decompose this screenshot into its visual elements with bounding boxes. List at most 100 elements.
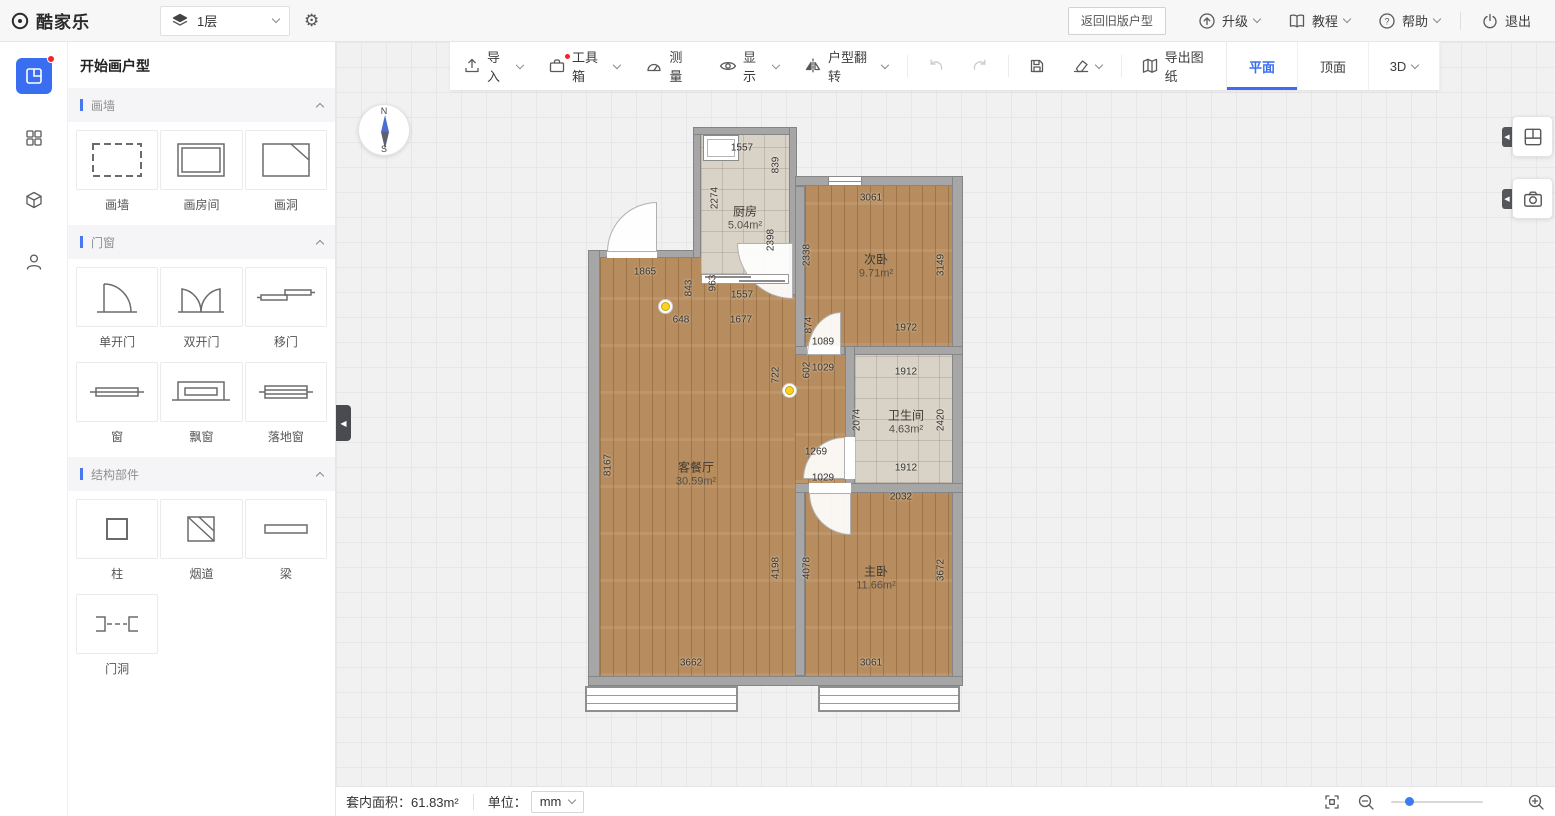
zoom-slider[interactable] — [1391, 801, 1483, 803]
upgrade-menu[interactable]: 升级 — [1184, 11, 1274, 30]
snapshot-camera-button[interactable] — [1512, 178, 1553, 219]
dimension-label[interactable]: 602 — [802, 362, 813, 379]
dimension-label[interactable]: 1865 — [634, 267, 656, 278]
dimension-label[interactable]: 1029 — [812, 363, 834, 374]
rail-profile[interactable] — [16, 244, 52, 280]
tool-item-draw-hole[interactable]: 画洞 — [245, 130, 327, 221]
floor-selector[interactable]: 1层 — [160, 6, 290, 36]
dimension-label[interactable]: 3149 — [936, 254, 947, 276]
room-label-bathroom[interactable]: 卫生间4.63m² — [888, 407, 924, 436]
fit-screen-button[interactable] — [1323, 793, 1341, 811]
tab-plan-view[interactable]: 平面 — [1227, 42, 1298, 90]
measure-button[interactable]: 测量 — [632, 42, 706, 90]
tab-ceiling-view[interactable]: 顶面 — [1298, 42, 1369, 90]
dimension-label[interactable]: 1029 — [812, 473, 834, 484]
dimension-label[interactable]: 8167 — [603, 454, 614, 476]
unit-select[interactable]: mm — [531, 791, 585, 813]
settings-gear-icon[interactable]: ⚙ — [304, 11, 319, 31]
dimension-label[interactable]: 3672 — [936, 559, 947, 581]
tool-item-sliding-door[interactable]: 移门 — [245, 267, 327, 358]
room-label-bedroom2[interactable]: 次卧9.71m² — [859, 251, 893, 280]
export-drawings-button[interactable]: 导出图纸 — [1128, 42, 1226, 90]
room-name: 次卧 — [859, 251, 893, 268]
dimension-label[interactable]: 843 — [684, 280, 695, 297]
draw-hole-icon — [245, 130, 327, 190]
unit-label: 单位： — [488, 792, 527, 811]
collapse-chevron-icon[interactable] — [316, 239, 324, 247]
tool-item-double-door[interactable]: 双开门 — [160, 267, 242, 358]
flip-button[interactable]: 户型翻转 — [791, 42, 901, 90]
toolbox-button[interactable]: 工具箱 — [535, 42, 632, 90]
expand-snapshot-handle[interactable]: ◀ — [1502, 189, 1512, 209]
help-menu[interactable]: ? 帮助 — [1364, 11, 1454, 30]
chevron-down-icon — [771, 60, 779, 68]
dimension-label[interactable]: 839 — [771, 157, 782, 174]
exit-button[interactable]: 退出 — [1467, 11, 1545, 30]
dimension-label[interactable]: 1557 — [731, 290, 753, 301]
collapse-chevron-icon[interactable] — [316, 102, 324, 110]
layout-views-button[interactable] — [1512, 116, 1553, 157]
expand-views-handle[interactable]: ◀ — [1502, 127, 1512, 147]
tab-3d-view[interactable]: 3D — [1369, 42, 1440, 90]
zoom-in-button[interactable] — [1527, 793, 1545, 811]
dimension-label[interactable]: 1912 — [895, 367, 917, 378]
dimension-label[interactable]: 4198 — [771, 557, 782, 579]
rail-apps[interactable] — [16, 120, 52, 156]
tool-item-window[interactable]: 窗 — [76, 362, 158, 453]
tool-item-bay-window[interactable]: 飘窗 — [160, 362, 242, 453]
compass-north-label: N — [381, 106, 388, 116]
dimension-label[interactable]: 1677 — [730, 315, 752, 326]
room-label-master[interactable]: 主卧11.66m² — [856, 563, 896, 592]
canvas[interactable]: 导入 工具箱 测量 — [336, 42, 1555, 786]
floorplan[interactable]: 1557 839 2274 2398 963 1557 1865 843 648 1677 3061… — [585, 125, 965, 717]
compass[interactable]: N S — [358, 104, 410, 156]
tool-item-draw-wall[interactable]: 画墙 — [76, 130, 158, 221]
dimension-label[interactable]: 2074 — [852, 409, 863, 431]
dimension-label[interactable]: 1089 — [812, 337, 834, 348]
zoom-slider-knob[interactable] — [1405, 797, 1414, 806]
import-button[interactable]: 导入 — [450, 42, 535, 90]
back-old-version-button[interactable]: 返回旧版户型 — [1068, 7, 1166, 35]
dimension-label[interactable]: 722 — [771, 367, 782, 384]
undo-button[interactable] — [914, 42, 958, 90]
section-header-doors-windows[interactable]: 门窗 — [68, 225, 335, 259]
dimension-label[interactable]: 1269 — [805, 447, 827, 458]
save-button[interactable] — [1015, 42, 1059, 90]
dimension-label[interactable]: 1912 — [895, 463, 917, 474]
tool-item-door-opening[interactable]: 门洞 — [76, 594, 158, 685]
section-header-structure[interactable]: 结构部件 — [68, 457, 335, 491]
dimension-label[interactable]: 2398 — [766, 229, 777, 251]
room-label-living[interactable]: 客餐厅30.59m² — [676, 459, 716, 488]
tool-item-french-window[interactable]: 落地窗 — [245, 362, 327, 453]
dimension-label[interactable]: 4078 — [802, 557, 813, 579]
zoom-out-button[interactable] — [1357, 793, 1375, 811]
panel-collapse-handle[interactable]: ◀ — [336, 405, 351, 441]
dimension-label[interactable]: 3061 — [860, 193, 882, 204]
dimension-label[interactable]: 874 — [804, 317, 815, 334]
eraser-button[interactable] — [1059, 42, 1115, 90]
room-label-kitchen[interactable]: 厨房5.04m² — [728, 203, 762, 232]
rail-floorplan-tool[interactable] — [16, 58, 52, 94]
tool-item-single-door[interactable]: 单开门 — [76, 267, 158, 358]
app-logo[interactable]: 酷家乐 — [10, 8, 90, 33]
dimension-label[interactable]: 1972 — [895, 323, 917, 334]
tool-item-flue[interactable]: 烟道 — [160, 499, 242, 590]
rail-models[interactable] — [16, 182, 52, 218]
dimension-label[interactable]: 1557 — [731, 143, 753, 154]
tutorial-menu[interactable]: 教程 — [1274, 11, 1364, 30]
tool-item-draw-room[interactable]: 画房间 — [160, 130, 242, 221]
dimension-label[interactable]: 3662 — [680, 658, 702, 669]
dimension-label[interactable]: 648 — [673, 315, 690, 326]
tool-item-beam[interactable]: 梁 — [245, 499, 327, 590]
dimension-label[interactable]: 2338 — [802, 244, 813, 266]
tool-item-column[interactable]: 柱 — [76, 499, 158, 590]
display-button[interactable]: 显示 — [706, 42, 791, 90]
redo-button[interactable] — [958, 42, 1002, 90]
section-header-walls[interactable]: 画墙 — [68, 88, 335, 122]
dimension-label[interactable]: 2274 — [710, 187, 721, 209]
dimension-label[interactable]: 2032 — [890, 492, 912, 503]
dimension-label[interactable]: 3061 — [860, 658, 882, 669]
dimension-label[interactable]: 2420 — [936, 409, 947, 431]
collapse-chevron-icon[interactable] — [316, 471, 324, 479]
dimension-label[interactable]: 963 — [708, 275, 719, 292]
